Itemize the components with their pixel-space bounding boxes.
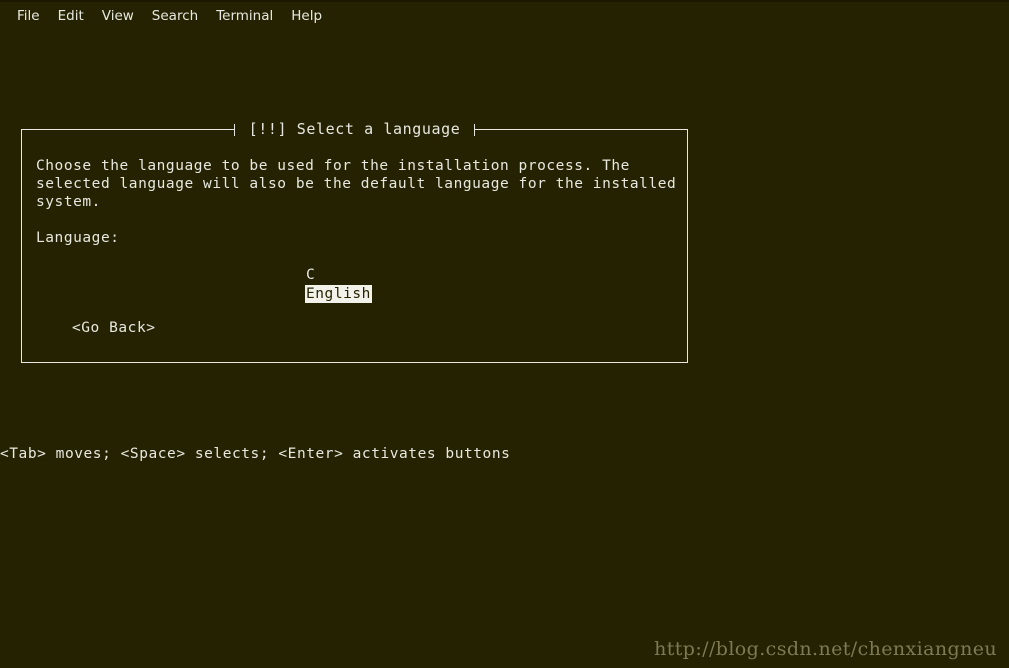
language-label: Language: [36, 230, 120, 246]
dialog-description: Choose the language to be used for the i… [36, 157, 676, 212]
go-back-button[interactable]: <Go Back> [71, 319, 157, 337]
menu-item-terminal[interactable]: Terminal [207, 2, 282, 30]
language-option-c[interactable]: C [305, 266, 316, 284]
menu-item-file[interactable]: File [8, 2, 49, 30]
language-list-item-row: C [305, 265, 372, 284]
menu-item-search[interactable]: Search [143, 2, 207, 30]
description-line-2: selected language will also be the defau… [36, 176, 677, 193]
menu-item-help[interactable]: Help [282, 2, 331, 30]
watermark-url: http://blog.csdn.net/chenxiangneu [654, 638, 997, 660]
description-line-3: system. [36, 194, 101, 211]
keyboard-hint: <Tab> moves; <Space> selects; <Enter> ac… [0, 446, 511, 462]
menu-bar: File Edit View Search Terminal Help [0, 2, 1009, 30]
language-list[interactable]: C English [305, 265, 372, 304]
description-line-1: Choose the language to be used for the i… [36, 158, 630, 174]
menu-item-view[interactable]: View [93, 2, 143, 30]
menu-item-edit[interactable]: Edit [49, 2, 93, 30]
language-list-item-row: English [305, 284, 372, 304]
language-option-english[interactable]: English [305, 285, 372, 304]
